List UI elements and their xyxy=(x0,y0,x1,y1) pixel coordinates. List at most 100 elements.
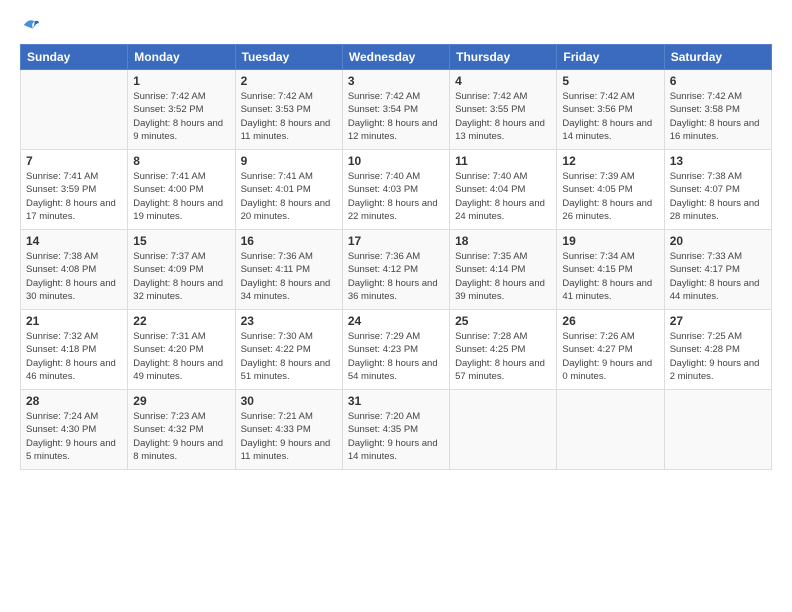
calendar-cell: 30Sunrise: 7:21 AMSunset: 4:33 PMDayligh… xyxy=(235,390,342,470)
day-number: 6 xyxy=(670,74,766,88)
calendar-cell: 12Sunrise: 7:39 AMSunset: 4:05 PMDayligh… xyxy=(557,150,664,230)
col-monday: Monday xyxy=(128,45,235,70)
calendar-cell: 21 Sunrise: 7:32 AMSunset: 4:18 PMDayligh… xyxy=(21,310,128,390)
calendar-cell: 9Sunrise: 7:41 AMSunset: 4:01 PMDaylight… xyxy=(235,150,342,230)
calendar-cell: 19 Sunrise: 7:34 AMSunset: 4:15 PMDayligh… xyxy=(557,230,664,310)
col-tuesday: Tuesday xyxy=(235,45,342,70)
day-info: Sunrise: 7:38 AMSunset: 4:08 PMDaylight:… xyxy=(26,250,122,303)
day-number: 7 xyxy=(26,154,122,168)
day-info: Sunrise: 7:42 AMSunset: 3:55 PMDaylight:… xyxy=(455,90,551,143)
calendar-cell: 27 Sunrise: 7:25 AMSunset: 4:28 PMDayligh… xyxy=(664,310,771,390)
logo-bird-icon xyxy=(22,16,40,34)
day-info: Sunrise: 7:42 AMSunset: 3:53 PMDaylight:… xyxy=(241,90,337,143)
day-info: Sunrise: 7:42 AMSunset: 3:58 PMDaylight:… xyxy=(670,90,766,143)
day-number: 23 xyxy=(241,314,337,328)
day-number: 3 xyxy=(348,74,444,88)
day-number: 15 xyxy=(133,234,229,248)
calendar-cell: 26Sunrise: 7:26 AMSunset: 4:27 PMDayligh… xyxy=(557,310,664,390)
col-friday: Friday xyxy=(557,45,664,70)
calendar-cell: 14 Sunrise: 7:38 AMSunset: 4:08 PMDayligh… xyxy=(21,230,128,310)
day-info: Sunrise: 7:32 AMSunset: 4:18 PMDaylight:… xyxy=(26,330,122,383)
day-info: Sunrise: 7:41 AMSunset: 4:00 PMDaylight:… xyxy=(133,170,229,223)
day-number: 14 xyxy=(26,234,122,248)
col-thursday: Thursday xyxy=(450,45,557,70)
calendar-cell: 4 Sunrise: 7:42 AMSunset: 3:55 PMDaylight… xyxy=(450,70,557,150)
day-info: Sunrise: 7:40 AMSunset: 4:03 PMDaylight:… xyxy=(348,170,444,223)
calendar-cell: 7 Sunrise: 7:41 AMSunset: 3:59 PMDaylight… xyxy=(21,150,128,230)
day-number: 28 xyxy=(26,394,122,408)
day-number: 21 xyxy=(26,314,122,328)
calendar-cell: 15 Sunrise: 7:37 AMSunset: 4:09 PMDayligh… xyxy=(128,230,235,310)
header xyxy=(20,16,772,34)
day-info: Sunrise: 7:23 AMSunset: 4:32 PMDaylight:… xyxy=(133,410,229,463)
day-info: Sunrise: 7:31 AMSunset: 4:20 PMDaylight:… xyxy=(133,330,229,383)
calendar-cell: 29Sunrise: 7:23 AMSunset: 4:32 PMDayligh… xyxy=(128,390,235,470)
calendar-cell: 8 Sunrise: 7:41 AMSunset: 4:00 PMDaylight… xyxy=(128,150,235,230)
col-sunday: Sunday xyxy=(21,45,128,70)
calendar-cell xyxy=(557,390,664,470)
day-number: 8 xyxy=(133,154,229,168)
day-number: 10 xyxy=(348,154,444,168)
calendar-week-row: 21 Sunrise: 7:32 AMSunset: 4:18 PMDayligh… xyxy=(21,310,772,390)
calendar-week-row: 28 Sunrise: 7:24 AMSunset: 4:30 PMDayligh… xyxy=(21,390,772,470)
day-info: Sunrise: 7:25 AMSunset: 4:28 PMDaylight:… xyxy=(670,330,766,383)
calendar-cell: 22 Sunrise: 7:31 AMSunset: 4:20 PMDayligh… xyxy=(128,310,235,390)
day-info: Sunrise: 7:26 AMSunset: 4:27 PMDaylight:… xyxy=(562,330,658,383)
day-info: Sunrise: 7:37 AMSunset: 4:09 PMDaylight:… xyxy=(133,250,229,303)
day-info: Sunrise: 7:34 AMSunset: 4:15 PMDaylight:… xyxy=(562,250,658,303)
day-info: Sunrise: 7:24 AMSunset: 4:30 PMDaylight:… xyxy=(26,410,122,463)
day-number: 27 xyxy=(670,314,766,328)
calendar-cell: 20Sunrise: 7:33 AMSunset: 4:17 PMDayligh… xyxy=(664,230,771,310)
calendar-cell: 5Sunrise: 7:42 AMSunset: 3:56 PMDaylight… xyxy=(557,70,664,150)
day-info: Sunrise: 7:42 AMSunset: 3:54 PMDaylight:… xyxy=(348,90,444,143)
header-row: Sunday Monday Tuesday Wednesday Thursday… xyxy=(21,45,772,70)
day-number: 4 xyxy=(455,74,551,88)
calendar-cell xyxy=(21,70,128,150)
calendar-cell: 2 Sunrise: 7:42 AMSunset: 3:53 PMDaylight… xyxy=(235,70,342,150)
calendar-cell: 16 Sunrise: 7:36 AMSunset: 4:11 PMDayligh… xyxy=(235,230,342,310)
day-info: Sunrise: 7:36 AMSunset: 4:11 PMDaylight:… xyxy=(241,250,337,303)
calendar-cell xyxy=(664,390,771,470)
day-number: 16 xyxy=(241,234,337,248)
day-info: Sunrise: 7:42 AMSunset: 3:52 PMDaylight:… xyxy=(133,90,229,143)
day-info: Sunrise: 7:36 AMSunset: 4:12 PMDaylight:… xyxy=(348,250,444,303)
calendar-week-row: 14 Sunrise: 7:38 AMSunset: 4:08 PMDayligh… xyxy=(21,230,772,310)
day-info: Sunrise: 7:40 AMSunset: 4:04 PMDaylight:… xyxy=(455,170,551,223)
day-info: Sunrise: 7:41 AMSunset: 3:59 PMDaylight:… xyxy=(26,170,122,223)
day-number: 5 xyxy=(562,74,658,88)
day-info: Sunrise: 7:39 AMSunset: 4:05 PMDaylight:… xyxy=(562,170,658,223)
calendar-cell: 25Sunrise: 7:28 AMSunset: 4:25 PMDayligh… xyxy=(450,310,557,390)
day-number: 22 xyxy=(133,314,229,328)
calendar-cell: 3 Sunrise: 7:42 AMSunset: 3:54 PMDaylight… xyxy=(342,70,449,150)
day-number: 20 xyxy=(670,234,766,248)
col-saturday: Saturday xyxy=(664,45,771,70)
day-number: 1 xyxy=(133,74,229,88)
day-number: 31 xyxy=(348,394,444,408)
calendar-cell: 24 Sunrise: 7:29 AMSunset: 4:23 PMDayligh… xyxy=(342,310,449,390)
calendar-cell: 11 Sunrise: 7:40 AMSunset: 4:04 PMDayligh… xyxy=(450,150,557,230)
day-number: 18 xyxy=(455,234,551,248)
day-info: Sunrise: 7:35 AMSunset: 4:14 PMDaylight:… xyxy=(455,250,551,303)
calendar-cell: 23Sunrise: 7:30 AMSunset: 4:22 PMDayligh… xyxy=(235,310,342,390)
calendar-cell: 6 Sunrise: 7:42 AMSunset: 3:58 PMDaylight… xyxy=(664,70,771,150)
page-container: Sunday Monday Tuesday Wednesday Thursday… xyxy=(0,0,792,612)
calendar-cell: 1 Sunrise: 7:42 AMSunset: 3:52 PMDaylight… xyxy=(128,70,235,150)
day-info: Sunrise: 7:29 AMSunset: 4:23 PMDaylight:… xyxy=(348,330,444,383)
calendar-week-row: 7 Sunrise: 7:41 AMSunset: 3:59 PMDaylight… xyxy=(21,150,772,230)
day-number: 11 xyxy=(455,154,551,168)
logo xyxy=(20,16,40,34)
calendar-cell: 18 Sunrise: 7:35 AMSunset: 4:14 PMDayligh… xyxy=(450,230,557,310)
day-number: 2 xyxy=(241,74,337,88)
calendar-cell: 10 Sunrise: 7:40 AMSunset: 4:03 PMDayligh… xyxy=(342,150,449,230)
calendar-week-row: 1 Sunrise: 7:42 AMSunset: 3:52 PMDaylight… xyxy=(21,70,772,150)
day-number: 19 xyxy=(562,234,658,248)
day-info: Sunrise: 7:28 AMSunset: 4:25 PMDaylight:… xyxy=(455,330,551,383)
col-wednesday: Wednesday xyxy=(342,45,449,70)
calendar-cell xyxy=(450,390,557,470)
day-info: Sunrise: 7:38 AMSunset: 4:07 PMDaylight:… xyxy=(670,170,766,223)
day-number: 24 xyxy=(348,314,444,328)
calendar-cell: 13Sunrise: 7:38 AMSunset: 4:07 PMDayligh… xyxy=(664,150,771,230)
day-info: Sunrise: 7:20 AMSunset: 4:35 PMDaylight:… xyxy=(348,410,444,463)
day-number: 17 xyxy=(348,234,444,248)
calendar-cell: 28 Sunrise: 7:24 AMSunset: 4:30 PMDayligh… xyxy=(21,390,128,470)
